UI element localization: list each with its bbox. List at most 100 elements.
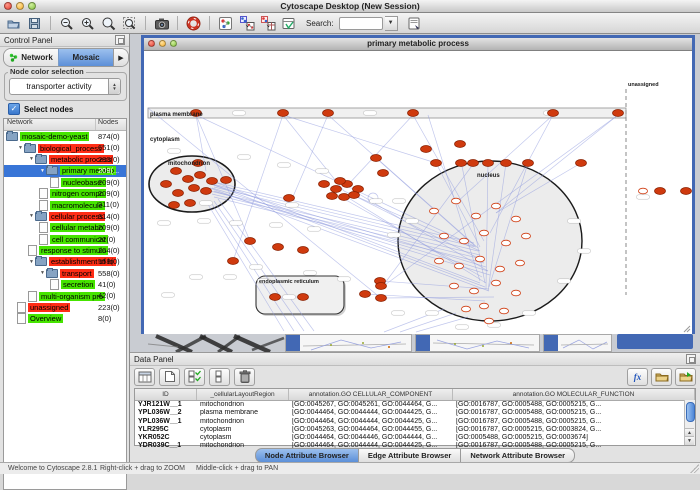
tab-mosaic[interactable]: Mosaic	[58, 49, 113, 66]
table-cell[interactable]: [GO:0016787, GO:0005488, GO:0005215, G..…	[453, 409, 695, 417]
network-node[interactable]	[468, 160, 479, 167]
network-node[interactable]	[483, 160, 494, 167]
table-cell[interactable]: [GO:0045263, GO:0044464, GO:0044455, G..…	[289, 426, 453, 434]
export-attributes-button[interactable]	[675, 368, 696, 386]
tree-item-label[interactable]: secretion	[61, 280, 95, 289]
network-node-outline[interactable]	[639, 188, 648, 194]
tree-row[interactable]: secretion41(0)	[4, 279, 126, 290]
tree-row[interactable]: Overview8(0)	[4, 313, 126, 324]
col-cellular-component[interactable]: annotation.GO CELLULAR_COMPONENT	[289, 389, 453, 400]
network-node-outline[interactable]	[485, 318, 494, 324]
table-cell[interactable]: [GO:0016787, GO:0005488, GO:0005215, G..…	[453, 418, 695, 426]
network-node[interactable]	[339, 194, 350, 201]
network-node-outline[interactable]	[480, 303, 489, 309]
table-cell[interactable]: cytoplasm	[197, 426, 289, 434]
delete-attribute-button[interactable]	[234, 368, 255, 386]
table-scrollbar[interactable]: ▲ ▼	[684, 400, 695, 445]
network-node-outline[interactable]	[492, 203, 501, 209]
network-node[interactable]	[501, 160, 512, 167]
network-node[interactable]	[298, 294, 309, 301]
configure-search-button[interactable]	[405, 15, 424, 32]
network-node[interactable]	[431, 160, 442, 167]
expander-icon[interactable]: ▼	[28, 156, 35, 162]
tree-row[interactable]: ▼establishment of lo558(0)	[4, 256, 126, 267]
zoom-in-button[interactable]	[78, 15, 97, 32]
tree-item-label[interactable]: transport	[60, 269, 94, 278]
background-window-fragment[interactable]	[415, 334, 540, 352]
network-node-outline[interactable]	[512, 290, 521, 296]
network-window-titlebar[interactable]: primary metabolic process	[144, 38, 692, 51]
network-node[interactable]	[331, 186, 342, 193]
table-row[interactable]: YLR295Ccytoplasm[GO:0045263, GO:0044464,…	[135, 426, 695, 434]
tree-row[interactable]: nitrogen compo209(0)	[4, 188, 126, 199]
network-node[interactable]	[376, 295, 387, 302]
tab-network-attribute-browser[interactable]: Network Attribute Browser	[461, 448, 575, 463]
float-panel-icon[interactable]	[115, 35, 125, 45]
tree-row[interactable]: cell communicat22(0)	[4, 234, 126, 245]
tree-item-label[interactable]: unassigned	[28, 303, 70, 312]
network-node-outline[interactable]	[440, 233, 449, 239]
tree-row[interactable]: ▼metabolic process280(0)	[4, 154, 126, 165]
network-node[interactable]	[349, 192, 360, 199]
network-node-outline[interactable]	[470, 288, 479, 294]
network-node[interactable]	[319, 181, 330, 188]
table-cell[interactable]: YPL036W__2	[135, 409, 197, 417]
network-node[interactable]	[245, 238, 256, 245]
network-node[interactable]	[376, 283, 387, 290]
table-row[interactable]: YPL036W__2plasma membrane[GO:0044464, GO…	[135, 409, 695, 417]
network-node[interactable]	[576, 160, 587, 167]
col-layout-region[interactable]: _cellularLayoutRegion	[197, 389, 289, 400]
tab-edge-attribute-browser[interactable]: Edge Attribute Browser	[359, 448, 461, 463]
select-attributes-button[interactable]	[134, 368, 155, 386]
table-cell[interactable]: mitochondrion	[197, 401, 289, 409]
select-nodes-checkbox[interactable]: ✓	[8, 103, 20, 115]
table-cell[interactable]: YJR121W__1	[135, 401, 197, 409]
select-all-attributes-button[interactable]	[184, 368, 205, 386]
network-node-outline[interactable]	[500, 308, 509, 314]
tree-item-label[interactable]: mosaic-demo-yeast	[20, 132, 89, 141]
tab-node-attribute-browser[interactable]: Node Attribute Browser	[255, 448, 359, 463]
table-cell[interactable]: [GO:0045267, GO:0045261, GO:0044464, G..…	[289, 401, 453, 409]
network-node-outline[interactable]	[516, 260, 525, 266]
network-node[interactable]	[161, 181, 172, 188]
network-node[interactable]	[284, 195, 295, 202]
background-window-titlebar[interactable]	[617, 334, 693, 349]
network-node[interactable]	[523, 160, 534, 167]
network-node[interactable]	[201, 188, 212, 195]
table-cell[interactable]: [GO:0044464, GO:0044446, GO:0044444, G..…	[289, 434, 453, 442]
unselect-all-attributes-button[interactable]	[209, 368, 230, 386]
window-resize-grip[interactable]	[684, 326, 690, 332]
table-cell[interactable]: YKR052C	[135, 434, 197, 442]
table-cell[interactable]: mitochondrion	[197, 418, 289, 426]
tab-scroll-right-button[interactable]: ▶	[113, 49, 128, 66]
tree-col-nodes[interactable]: Nodes	[96, 119, 126, 130]
table-row[interactable]: YPL036W__1mitochondrion[GO:0044464, GO:0…	[135, 418, 695, 426]
network-node[interactable]	[456, 160, 467, 167]
table-cell[interactable]: plasma membrane	[197, 409, 289, 417]
network-node-outline[interactable]	[430, 208, 439, 214]
tree-row[interactable]: cellular metabo209(0)	[4, 222, 126, 233]
table-cell[interactable]: [GO:0016787, GO:0005488, GO:0005215, G..…	[453, 401, 695, 409]
table-cell[interactable]: YPL036W__1	[135, 418, 197, 426]
resize-grip[interactable]	[690, 464, 699, 473]
tree-row[interactable]: ▼biological_process651(0)	[4, 142, 126, 153]
expander-icon[interactable]: ▼	[28, 213, 35, 219]
float-panel-icon[interactable]	[686, 354, 696, 364]
network-node[interactable]	[335, 178, 346, 185]
formula-builder-button[interactable]: fx	[627, 368, 648, 386]
help-button[interactable]	[184, 15, 203, 32]
network-node[interactable]	[455, 141, 466, 148]
network-node-outline[interactable]	[462, 306, 471, 312]
open-session-button[interactable]	[4, 15, 23, 32]
background-window-fragment[interactable]	[543, 334, 612, 352]
network-node-outline[interactable]	[496, 266, 505, 272]
network-node-outline[interactable]	[492, 280, 501, 286]
network-node[interactable]	[270, 294, 281, 301]
tree-row[interactable]: response to stimulu264(0)	[4, 245, 126, 256]
network-node[interactable]	[360, 291, 371, 298]
scrollbar-thumb[interactable]	[686, 402, 695, 422]
tree-row[interactable]: mosaic-demo-yeast874(0)	[4, 131, 126, 142]
import-attributes-button[interactable]	[651, 368, 672, 386]
create-attribute-button[interactable]	[159, 368, 180, 386]
col-molecular-function[interactable]: annotation.GO MOLECULAR_FUNCTION	[453, 389, 695, 400]
